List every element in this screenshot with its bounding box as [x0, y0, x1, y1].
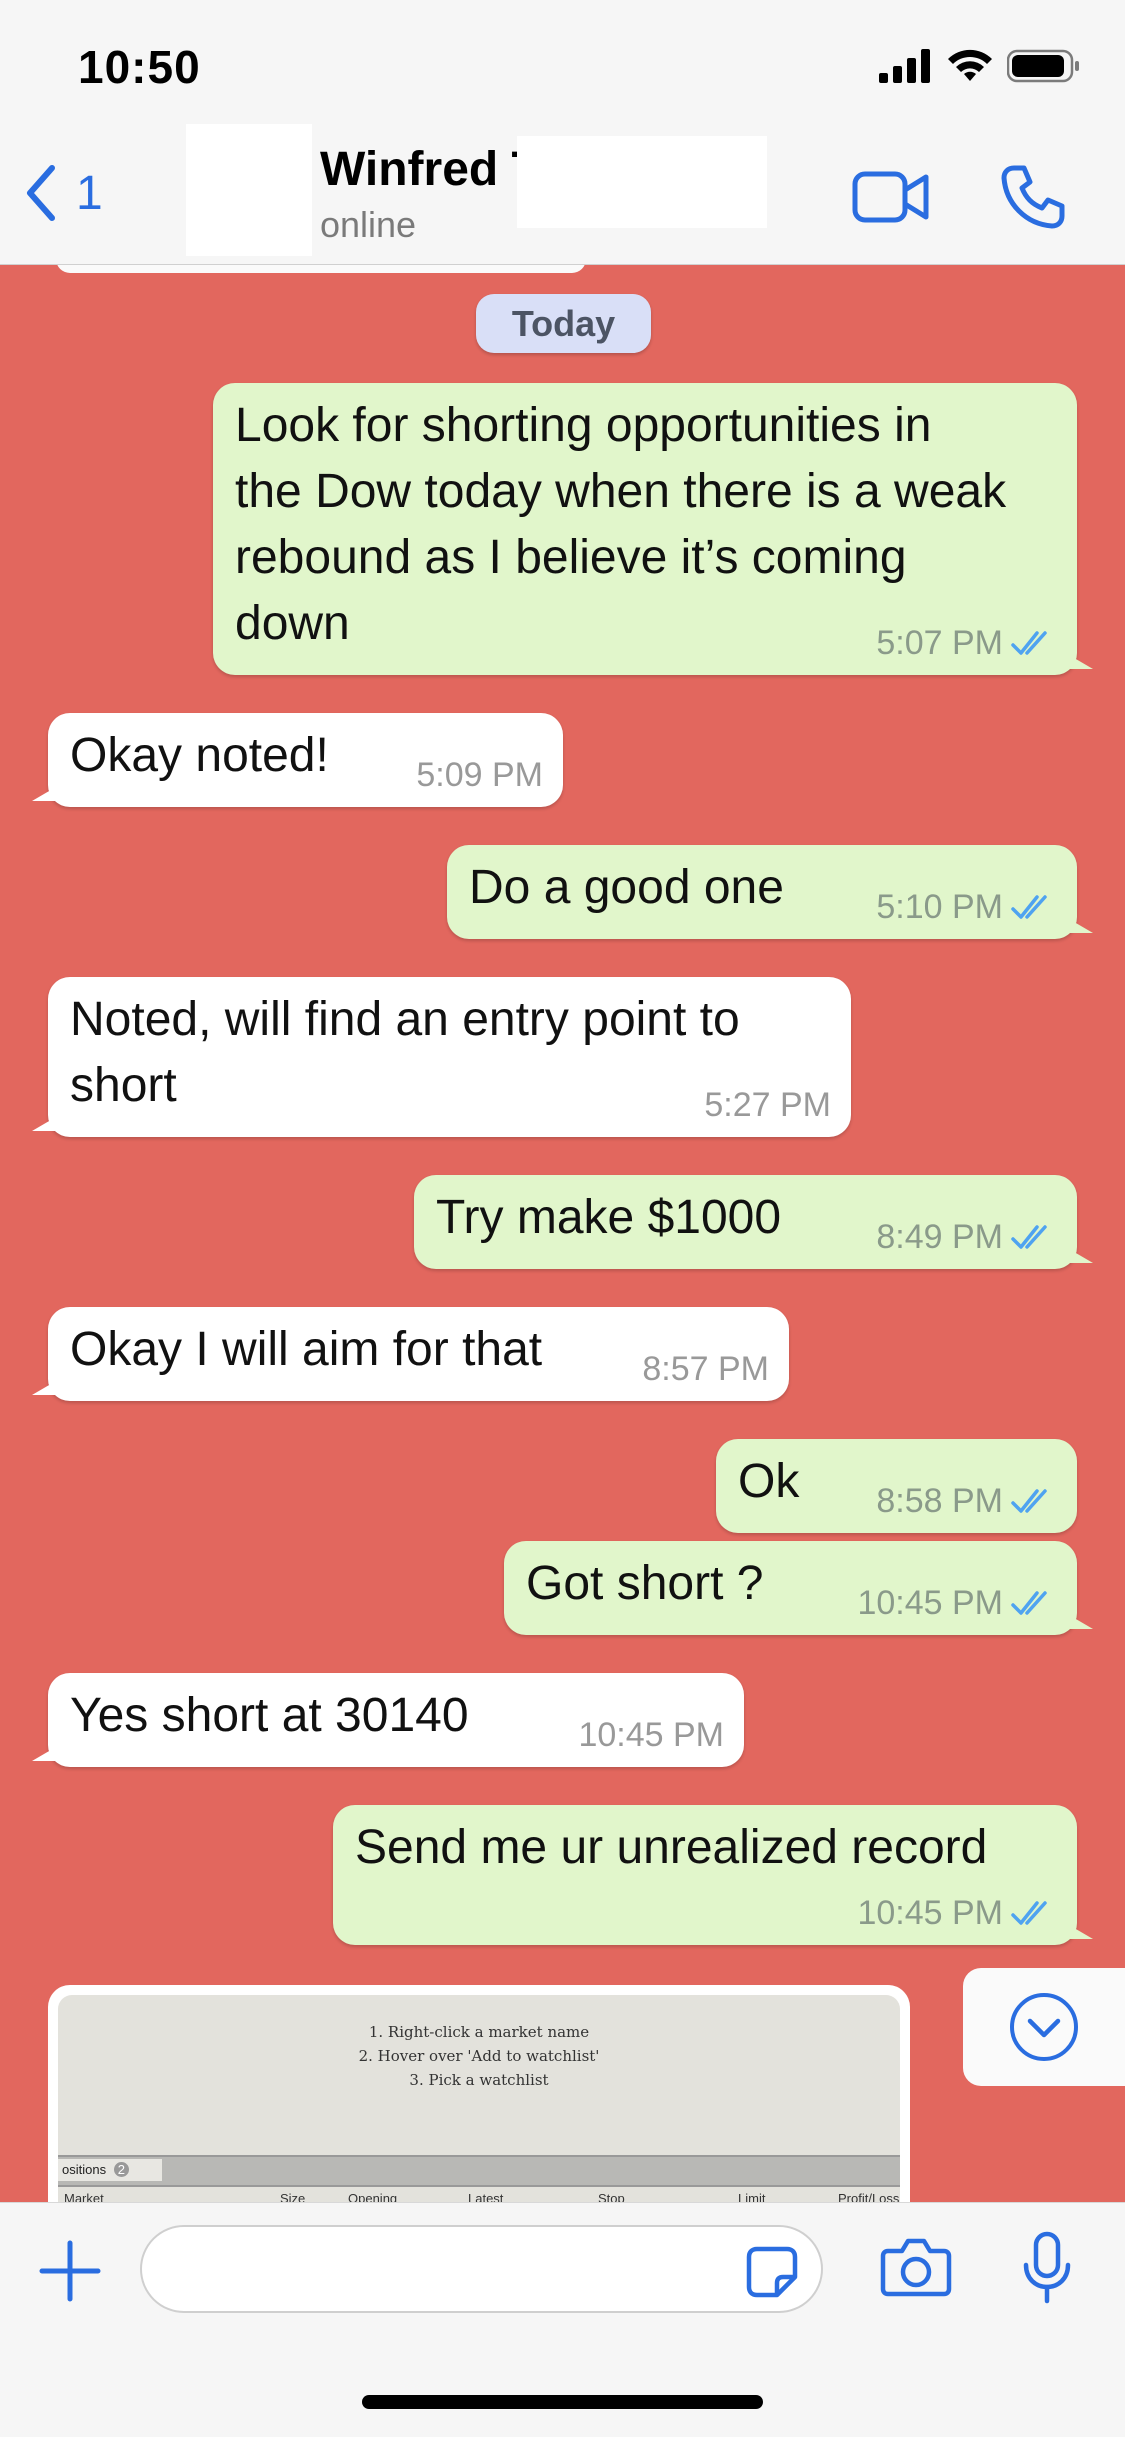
date-separator: Today	[476, 294, 651, 353]
photo-column: Size	[280, 2191, 306, 2202]
message-time: 10:45 PM	[578, 1716, 724, 1754]
presence-status: online	[320, 204, 417, 245]
outgoing-message[interactable]: Do a good one 5:10 PM	[447, 845, 1093, 939]
double-check-icon	[1011, 1591, 1047, 1615]
message-text: Ok	[738, 1455, 800, 1508]
name-redaction	[517, 136, 767, 228]
outgoing-message[interactable]: Send me ur unrealized record 10:45 PM	[333, 1805, 1093, 1945]
message-time: 8:57 PM	[642, 1350, 769, 1388]
message-text: Do a good one	[469, 861, 784, 914]
double-check-icon	[1011, 895, 1047, 919]
double-check-icon	[1011, 1901, 1047, 1925]
chat-area[interactable]: Today Look for shorting opportunities in…	[0, 265, 1125, 2202]
photo-column: Market	[64, 2191, 104, 2202]
photo-text-line: 3. Pick a watchlist	[409, 2071, 549, 2089]
message-time: 10:45 PM	[857, 1584, 1003, 1622]
message-text: Okay I will aim for that	[70, 1323, 543, 1376]
message-text: Noted, will find an entry point to short	[70, 993, 740, 1112]
home-indicator[interactable]	[362, 2395, 763, 2409]
outgoing-message[interactable]: Try make $1000 8:49 PM	[414, 1175, 1093, 1269]
outgoing-message[interactable]: Look for shorting opportunities in the D…	[213, 383, 1093, 675]
double-check-icon	[1011, 1489, 1047, 1513]
incoming-message[interactable]: Noted, will find an entry point to short…	[32, 977, 851, 1137]
chat-header: 1 Winfred T online	[0, 124, 1125, 265]
message-text: Got short ?	[526, 1557, 764, 1610]
back-button[interactable]: 1	[24, 164, 103, 222]
chevron-down-circle-icon	[1010, 1993, 1078, 2061]
photo-positions-tab: ositions 2	[58, 2159, 162, 2181]
incoming-message[interactable]: Okay noted! 5:09 PM	[32, 713, 563, 807]
message-text: Yes short at 30140	[70, 1689, 469, 1742]
wifi-icon	[948, 49, 992, 81]
message-time: 8:49 PM	[876, 1218, 1003, 1256]
message-time: 5:07 PM	[876, 624, 1003, 662]
double-check-icon	[1011, 1225, 1047, 1249]
microphone-icon[interactable]	[1022, 2231, 1072, 2305]
photo-text-line: 2. Hover over 'Add to watchlist'	[358, 2047, 600, 2065]
photo-tab-label: ositions	[62, 2162, 107, 2177]
message-time: 5:09 PM	[416, 756, 543, 794]
photo-text-line: 1. Right-click a market name	[368, 2023, 590, 2041]
sticker-icon[interactable]	[745, 2245, 799, 2299]
message-input[interactable]	[140, 2225, 823, 2313]
photo-column: Stop	[598, 2191, 625, 2202]
status-icons	[879, 46, 1081, 86]
photo-column: Latest	[468, 2191, 504, 2202]
message-time: 5:10 PM	[876, 888, 1003, 926]
message-text: Send me ur unrealized record	[355, 1821, 988, 1874]
avatar[interactable]	[186, 124, 312, 256]
battery-icon	[1007, 49, 1079, 83]
message-text: Try make $1000	[436, 1191, 782, 1244]
voice-call-icon[interactable]	[1000, 164, 1066, 230]
message-text: Look for shorting opportunities in the D…	[235, 399, 1007, 650]
status-bar: 10:50	[0, 0, 1125, 132]
unread-count: 1	[76, 166, 103, 220]
double-check-icon	[1011, 631, 1047, 655]
plus-icon[interactable]	[38, 2239, 102, 2303]
photo-panel-bar	[58, 2155, 900, 2187]
previous-message-edge	[56, 265, 586, 273]
outgoing-message[interactable]: Got short ? 10:45 PM	[504, 1541, 1093, 1635]
outgoing-message[interactable]: Ok 8:58 PM	[716, 1439, 1077, 1533]
video-call-icon[interactable]	[852, 168, 930, 226]
incoming-message[interactable]: Yes short at 30140 10:45 PM	[32, 1673, 744, 1767]
image-message[interactable]: 1. Right-click a market name 2. Hover ov…	[48, 1985, 910, 2202]
photo-column: Profit/Loss	[838, 2191, 900, 2202]
message-text: Okay noted!	[70, 729, 329, 782]
chevron-left-icon	[27, 165, 55, 221]
scroll-to-bottom-button[interactable]	[963, 1968, 1125, 2086]
image-photo[interactable]: 1. Right-click a market name 2. Hover ov…	[58, 1995, 900, 2202]
photo-column: Limit	[738, 2191, 766, 2202]
incoming-message[interactable]: Okay I will aim for that 8:57 PM	[32, 1307, 789, 1401]
message-time: 10:45 PM	[857, 1894, 1003, 1932]
photo-column: Opening	[348, 2191, 398, 2202]
photo-tab-count: 2	[113, 2162, 129, 2177]
camera-icon[interactable]	[880, 2235, 952, 2299]
cellular-signal-icon	[879, 49, 930, 83]
message-time: 8:58 PM	[876, 1482, 1003, 1520]
status-time: 10:50	[78, 41, 201, 93]
message-time: 5:27 PM	[704, 1086, 831, 1124]
contact-name[interactable]: Winfred T	[320, 142, 541, 197]
